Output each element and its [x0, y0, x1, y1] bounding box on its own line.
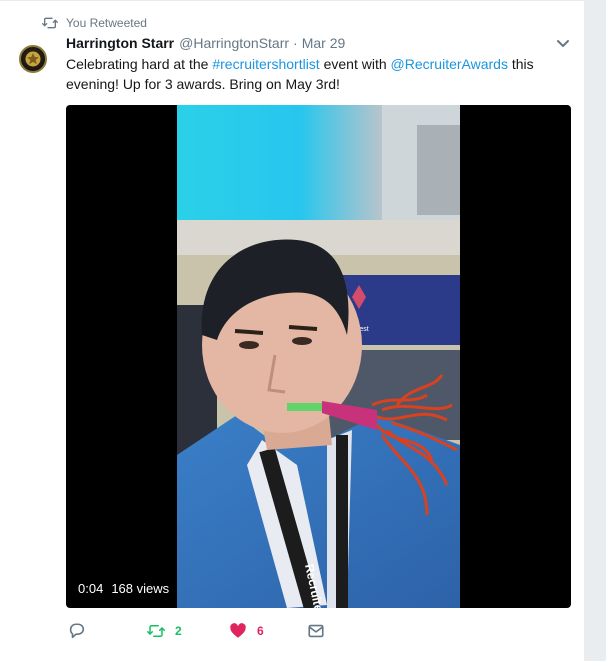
direct-message-button[interactable] — [307, 621, 335, 641]
video-stats: 0:04 168 views — [78, 581, 169, 596]
like-button[interactable]: 6 — [229, 621, 264, 641]
tweet-text-part: Celebrating hard at the — [66, 56, 213, 72]
tweet-timestamp[interactable]: Mar 29 — [302, 35, 346, 51]
video-views: 168 views — [111, 581, 170, 596]
tweet-card[interactable]: You Retweeted Harrington Starr @Harringt… — [0, 0, 584, 661]
page-gutter — [584, 0, 606, 661]
envelope-icon — [308, 624, 324, 638]
retweet-button[interactable]: 2 — [147, 621, 182, 641]
retweet-icon — [42, 17, 58, 29]
author-fullname[interactable]: Harrington Starr — [66, 35, 174, 51]
retweet-context-label: You Retweeted — [66, 16, 147, 30]
tweet-actions: 2 6 — [66, 621, 570, 641]
star-badge-icon — [25, 51, 41, 67]
mention-link[interactable]: @RecruiterAwards — [391, 56, 508, 72]
retweet-count: 2 — [175, 624, 182, 638]
retweet-context: You Retweeted — [42, 15, 147, 31]
tweet-text: Celebrating hard at the #recruitershortl… — [66, 54, 570, 94]
reply-icon — [69, 623, 85, 639]
avatar[interactable] — [19, 45, 47, 73]
header-separator: · — [293, 35, 298, 51]
video-frame[interactable]: NatWest Recruiter — [177, 105, 460, 608]
chevron-down-icon[interactable] — [556, 39, 570, 49]
video-duration: 0:04 — [78, 581, 104, 596]
author-username[interactable]: @HarringtonStarr — [179, 35, 289, 51]
tweet-header: Harrington Starr @HarringtonStarr · Mar … — [66, 35, 345, 53]
heart-icon — [230, 623, 246, 638]
retweet-icon — [147, 625, 165, 637]
like-count: 6 — [257, 624, 264, 638]
hashtag-link[interactable]: #recruitershortlist — [212, 56, 319, 72]
video-player[interactable]: NatWest Recruiter — [66, 105, 571, 608]
reply-button[interactable] — [68, 621, 96, 641]
tweet-text-part: event with — [319, 56, 391, 72]
video-still: NatWest Recruiter — [177, 105, 460, 608]
